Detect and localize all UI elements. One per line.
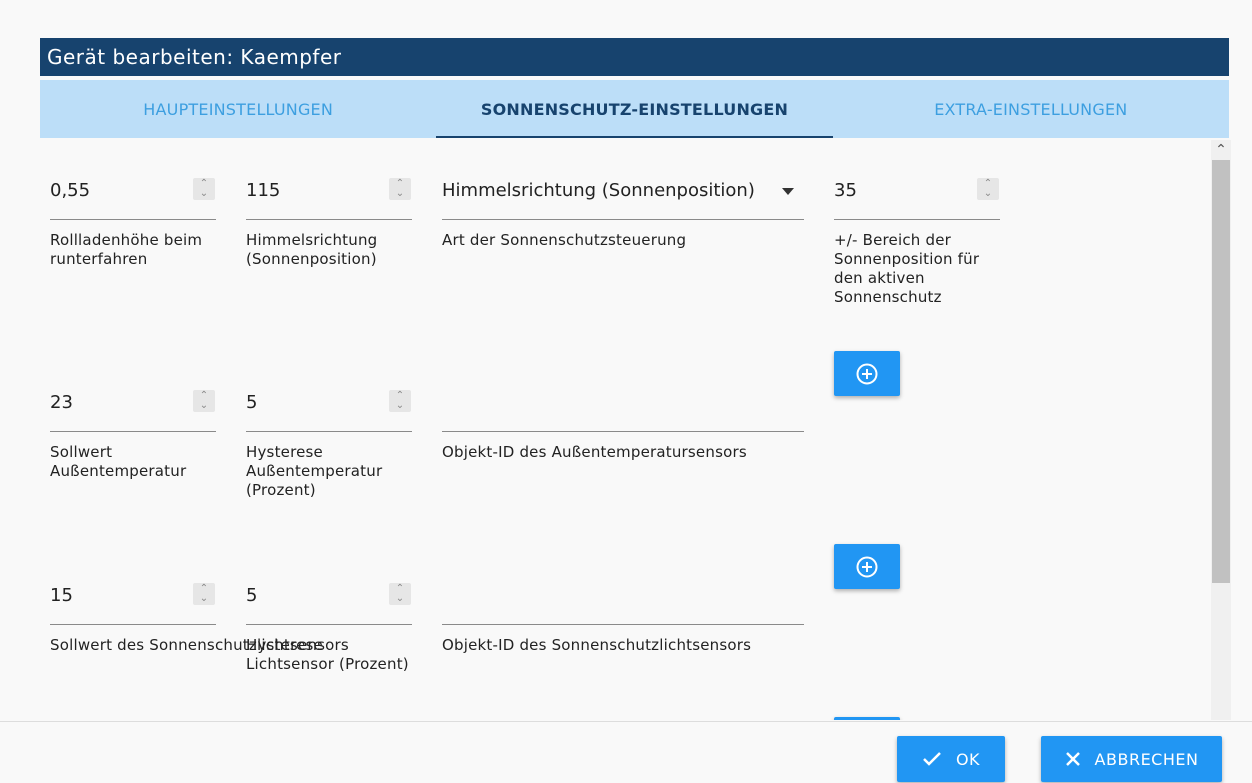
scroll-up-icon[interactable]: ⌃ [1211, 140, 1231, 160]
control-type-label: Art der Sonnenschutzsteuerung [442, 231, 687, 249]
light-hysteresis-label: Hysterese Lichtsensor (Prozent) [246, 636, 409, 673]
plus-circle-icon [856, 363, 878, 384]
ok-label: OK [955, 749, 981, 769]
spinner-icon[interactable]: ⌃ ⌄ [389, 390, 411, 412]
close-icon [1065, 752, 1080, 766]
light-sensor-id-input[interactable] [442, 587, 804, 625]
direction-input[interactable]: 115 ⌃ ⌄ [246, 178, 412, 220]
cancel-label: ABBRECHEN [1094, 749, 1199, 769]
dialog-title: Gerät bearbeiten: Kaempfer [40, 38, 1229, 76]
range-input[interactable]: 35 ⌃ ⌄ [834, 178, 1000, 220]
cancel-button[interactable]: ABBRECHEN [1041, 736, 1222, 782]
scroll-thumb[interactable] [1212, 160, 1230, 583]
tab-extra-settings[interactable]: EXTRA-EINSTELLUNGEN [833, 80, 1229, 138]
light-hysteresis-input[interactable]: 5 ⌃ ⌄ [246, 583, 412, 625]
plus-circle-icon [856, 556, 878, 577]
temp-hysteresis-input[interactable]: 5 ⌃ ⌄ [246, 390, 412, 432]
direction-label: Himmelsrichtung (Sonnenposition) [246, 231, 378, 268]
spinner-icon[interactable]: ⌃ ⌄ [193, 178, 215, 200]
check-icon [923, 752, 941, 766]
light-setpoint-value: 15 [50, 585, 73, 606]
temp-hysteresis-value: 5 [246, 392, 258, 413]
temp-setpoint-input[interactable]: 23 ⌃ ⌄ [50, 390, 216, 432]
temp-hysteresis-label: Hysterese Außentemperatur (Prozent) [246, 443, 383, 499]
control-type-select[interactable]: Himmelsrichtung (Sonnenposition) [442, 180, 804, 220]
temp-setpoint-label: Sollwert Außentemperatur [50, 443, 187, 480]
settings-content: 0,55 ⌃ ⌄ Rollladenhöhe beim runterfahren … [40, 140, 1211, 720]
add-button[interactable] [834, 351, 900, 396]
dialog-footer: OK ABBRECHEN [0, 721, 1252, 783]
tab-bar: HAUPTEINSTELLUNGEN SONNENSCHUTZ-EINSTELL… [40, 80, 1229, 138]
range-value: 35 [834, 180, 857, 201]
temp-sensor-id-label: Objekt-ID des Außentemperatursensors [442, 443, 747, 461]
rollo-height-input[interactable]: 0,55 ⌃ ⌄ [50, 178, 216, 220]
light-hysteresis-value: 5 [246, 585, 258, 606]
light-setpoint-input[interactable]: 15 ⌃ ⌄ [50, 583, 216, 625]
spinner-icon[interactable]: ⌃ ⌄ [389, 178, 411, 200]
control-type-value: Himmelsrichtung (Sonnenposition) [442, 180, 755, 201]
spinner-icon[interactable]: ⌃ ⌄ [389, 583, 411, 605]
spinner-icon[interactable]: ⌃ ⌄ [193, 583, 215, 605]
direction-value: 115 [246, 180, 281, 201]
scrollbar[interactable]: ⌃ [1211, 140, 1231, 720]
dropdown-arrow-icon [782, 188, 794, 195]
temp-setpoint-value: 23 [50, 392, 73, 413]
rollo-height-value: 0,55 [50, 180, 91, 201]
tab-sunshade-settings[interactable]: SONNENSCHUTZ-EINSTELLUNGEN [436, 80, 833, 138]
add-button[interactable] [834, 544, 900, 589]
temp-sensor-id-input[interactable] [442, 394, 804, 432]
range-label: +/- Bereich der Sonnenposition für den a… [834, 231, 980, 306]
add-button[interactable] [834, 717, 900, 720]
rollo-height-label: Rollladenhöhe beim runterfahren [50, 231, 203, 268]
spinner-icon[interactable]: ⌃ ⌄ [977, 178, 999, 200]
edit-device-dialog: Gerät bearbeiten: Kaempfer HAUPTEINSTELL… [0, 0, 1252, 783]
spinner-icon[interactable]: ⌃ ⌄ [193, 390, 215, 412]
tab-main-settings[interactable]: HAUPTEINSTELLUNGEN [40, 80, 436, 138]
light-setpoint-label: Sollwert des Sonnenschutzlichtsensors [50, 636, 349, 654]
ok-button[interactable]: OK [897, 736, 1005, 782]
light-sensor-id-label: Objekt-ID des Sonnenschutzlichtsensors [442, 636, 752, 654]
